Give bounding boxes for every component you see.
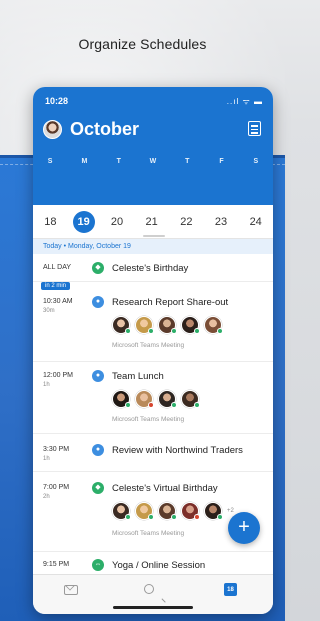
weekday-label: T — [185, 158, 190, 165]
date-strip: 18 19 20 21 22 23 24 — [33, 205, 273, 239]
event-duration: 1h — [43, 456, 50, 462]
event-row[interactable]: ALL DAY ◆ Celeste's Birthday in 2 min — [33, 254, 273, 290]
date-cell[interactable]: 18 — [33, 216, 68, 228]
page-title: Organize Schedules — [78, 36, 207, 52]
teams-icon: ● — [92, 296, 104, 308]
weekday-label: S — [253, 158, 259, 165]
search-icon — [144, 584, 154, 594]
event-row[interactable]: 3:30 PM 1h ● Review with Northwind Trade… — [33, 434, 273, 472]
attendee-avatar[interactable] — [181, 390, 200, 408]
attendee-list: +2 — [112, 502, 234, 520]
attendee-list — [112, 316, 227, 334]
teams-icon: ● — [92, 444, 104, 456]
event-title: Team Lunch — [112, 371, 164, 382]
tab-bar: 18 — [33, 574, 273, 614]
event-title: Celeste's Birthday — [112, 263, 189, 274]
attendee-avatar[interactable] — [135, 502, 154, 520]
event-row[interactable]: 10:30 AM 30m ● Research Report Share-out… — [33, 282, 273, 362]
weekday-label: M — [81, 158, 88, 165]
attendee-avatar[interactable] — [158, 316, 177, 334]
month-title[interactable]: October — [70, 119, 139, 140]
event-duration: 1h — [43, 382, 50, 388]
attendee-avatar[interactable] — [135, 390, 154, 408]
attendee-avatar[interactable] — [112, 502, 131, 520]
date-cell[interactable]: 23 — [204, 216, 239, 228]
calendar-icon: 18 — [224, 583, 237, 596]
today-header: Today • Monday, October 19 — [33, 239, 273, 254]
tab-mail[interactable] — [64, 583, 82, 597]
event-duration: 2h — [43, 494, 50, 500]
activity-icon: ⇔ — [92, 559, 104, 571]
attendee-avatar[interactable] — [158, 390, 177, 408]
weekday-label: F — [219, 158, 224, 165]
attendee-avatar[interactable] — [204, 502, 223, 520]
avatar[interactable] — [43, 120, 62, 139]
new-event-button[interactable]: + — [228, 512, 260, 544]
weekday-label: T — [116, 158, 121, 165]
date-cell[interactable]: 22 — [169, 216, 204, 228]
birthday-icon: ◆ — [92, 262, 104, 274]
teams-icon: ● — [92, 370, 104, 382]
event-duration: 30m — [43, 308, 55, 314]
weekday-row: S M T W T F S — [33, 158, 273, 165]
event-time: 10:30 AM — [43, 298, 73, 305]
attendee-avatar[interactable] — [181, 502, 200, 520]
status-icons: ..ıl ᯤ ▬ — [226, 97, 263, 106]
day-view-icon[interactable] — [248, 121, 261, 136]
event-title: Research Report Share-out — [112, 297, 229, 308]
event-location: Microsoft Teams Meeting — [112, 342, 185, 349]
event-location: Microsoft Teams Meeting — [112, 416, 185, 423]
attendee-avatar[interactable] — [181, 316, 200, 334]
event-title: Yoga / Online Session — [112, 560, 206, 571]
event-time: 7:00 PM — [43, 484, 70, 491]
mail-icon — [64, 585, 78, 595]
event-location: Microsoft Teams Meeting — [112, 530, 185, 537]
event-time: 3:30 PM — [43, 446, 70, 453]
attendee-avatar[interactable] — [112, 390, 131, 408]
tab-calendar[interactable]: 18 — [224, 583, 242, 597]
date-cell[interactable]: 20 — [100, 216, 135, 228]
attendee-avatar[interactable] — [158, 502, 177, 520]
drag-handle[interactable] — [143, 235, 165, 237]
calendar-header: 10:28 ..ıl ᯤ ▬ October S M T W T F S — [33, 87, 273, 205]
event-title: Review with Northwind Traders — [112, 445, 243, 456]
date-cell-selected[interactable]: 19 — [72, 210, 95, 233]
date-cell[interactable]: 21 — [134, 216, 169, 228]
attendee-list — [112, 390, 204, 408]
home-indicator — [113, 606, 193, 609]
birthday-icon: ◆ — [92, 482, 104, 494]
event-time: 9:15 PM — [43, 561, 70, 568]
weekday-label: S — [47, 158, 53, 165]
tab-search[interactable] — [144, 583, 162, 597]
date-cell[interactable]: 24 — [238, 216, 273, 228]
attendee-avatar[interactable] — [135, 316, 154, 334]
attendee-avatar[interactable] — [112, 316, 131, 334]
attendee-avatar[interactable] — [204, 316, 223, 334]
event-time: ALL DAY — [43, 264, 72, 271]
phone-screen: 10:28 ..ıl ᯤ ▬ October S M T W T F S 18 … — [33, 87, 273, 614]
event-time: 12:00 PM — [43, 372, 73, 379]
event-row[interactable]: 12:00 PM 1h ● Team Lunch Microsoft Teams… — [33, 362, 273, 434]
weekday-label: W — [149, 158, 157, 165]
event-title: Celeste's Virtual Birthday — [112, 483, 218, 494]
status-time: 10:28 — [45, 96, 69, 106]
